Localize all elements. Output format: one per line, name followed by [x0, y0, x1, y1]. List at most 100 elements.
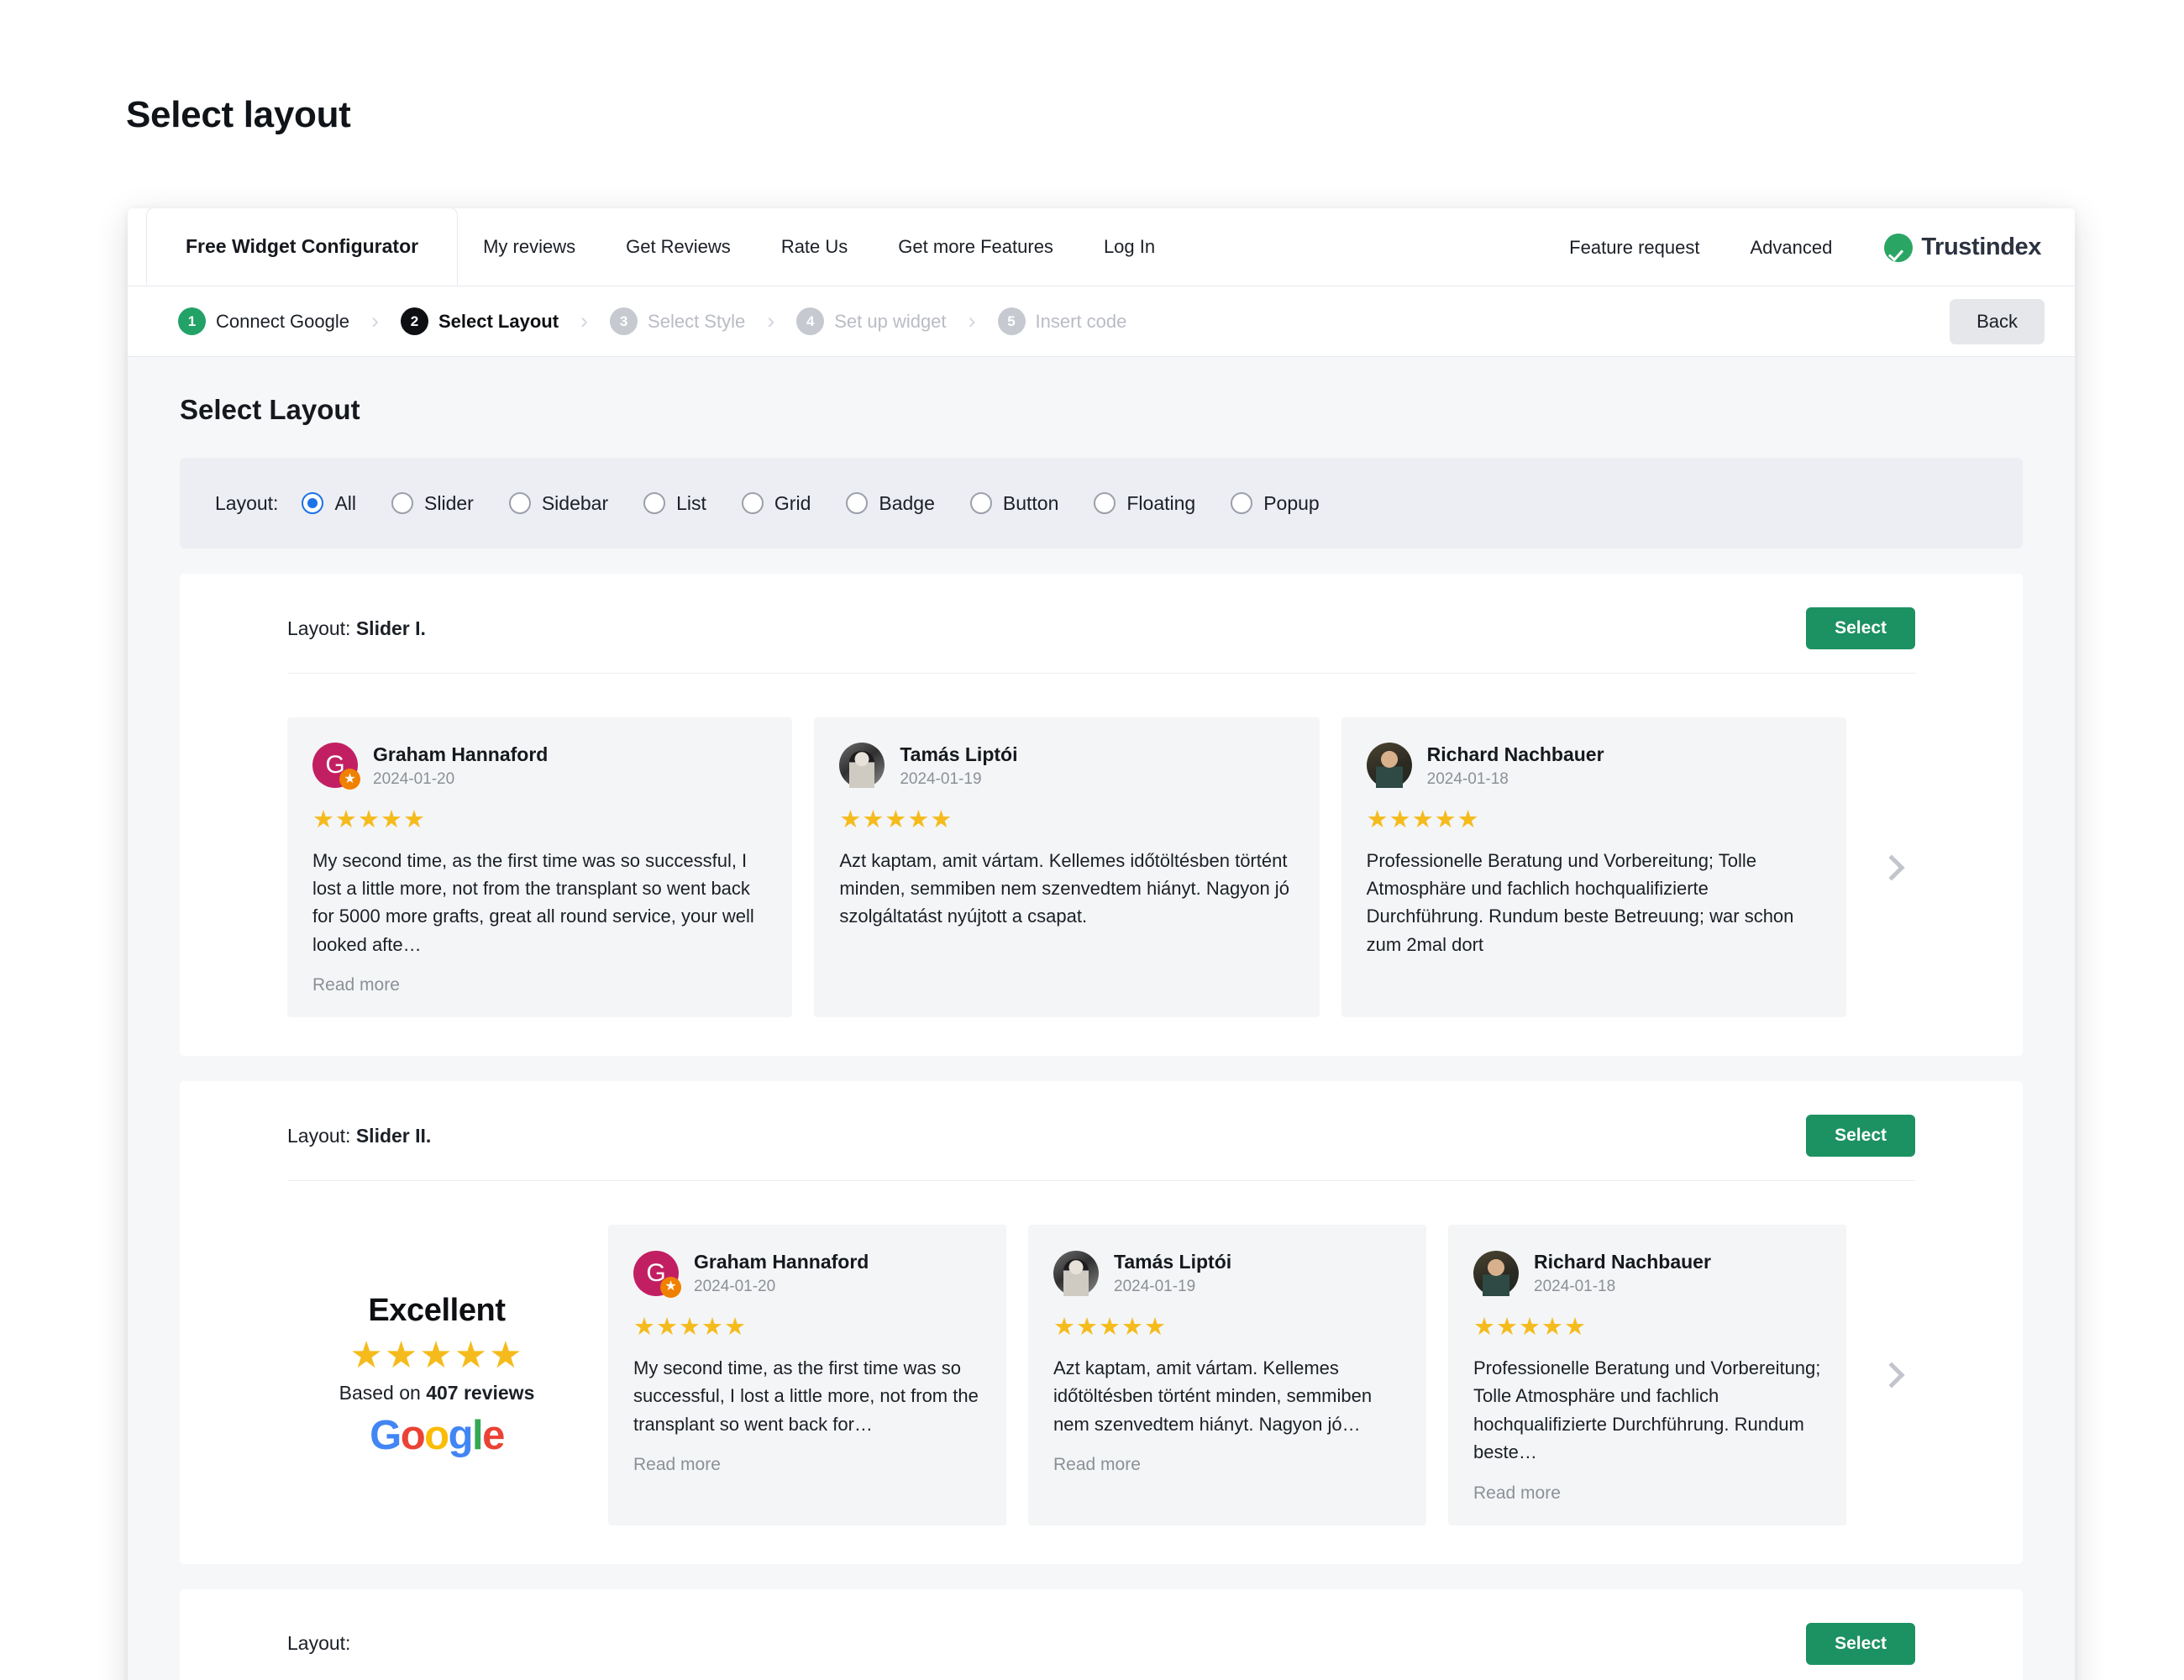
app-window: Free Widget Configurator My reviews Get …: [128, 208, 2075, 1680]
section-heading: Select Layout: [180, 394, 360, 425]
nav-right-group: Feature request Advanced Trustindex: [1544, 208, 2046, 286]
step-select-layout[interactable]: 2 Select Layout: [401, 307, 559, 335]
avatar-photo: [1053, 1250, 1099, 1296]
wizard-stepper: 1 Connect Google › 2 Select Layout › 3 S…: [128, 286, 2075, 357]
review-text: Azt kaptam, amit vártam. Kellemes időtöl…: [1053, 1357, 1373, 1435]
nav-link-get-more-features[interactable]: Get more Features: [873, 208, 1079, 286]
review-rating-stars: ★★★★★: [1366, 806, 1480, 833]
review-date: 2024-01-20: [373, 769, 455, 788]
review-card: Tamás Liptói 2024-01-19 ★★★★★ Azt kaptam…: [814, 717, 1320, 1018]
review-author-block: Richard Nachbauer 2024-01-18: [1427, 743, 1604, 789]
radio-option-button[interactable]: Button: [969, 491, 1059, 515]
review-author-block: Graham Hannaford 2024-01-20: [694, 1250, 869, 1296]
layout-card-header: Layout: Slider I. Select: [287, 607, 1915, 674]
review-date: 2024-01-18: [1534, 1278, 1616, 1296]
chevron-right-icon: ›: [968, 308, 976, 333]
google-logo-letter: g: [448, 1413, 474, 1459]
review-rating-stars: ★★★★★: [1053, 1314, 1167, 1341]
step-label: Set up widget: [834, 310, 947, 332]
review-card: G ★ Graham Hannaford 2024-01-20 ★★★★★ My…: [287, 717, 793, 1018]
chevron-right-icon: ›: [580, 308, 589, 333]
radio-option-floating[interactable]: Floating: [1094, 492, 1195, 515]
layout-title-name: Slider I.: [355, 617, 426, 639]
read-more-link[interactable]: Read more: [1053, 1455, 1401, 1475]
step-select-style[interactable]: 3 Select Style: [610, 307, 745, 335]
nav-link-feature-request[interactable]: Feature request: [1544, 208, 1725, 286]
review-author-name: Graham Hannaford: [373, 743, 549, 765]
step-connect-google[interactable]: 1 Connect Google: [178, 307, 349, 335]
layout-title: Layout: Slider II.: [287, 1125, 431, 1147]
tab-free-widget-configurator[interactable]: Free Widget Configurator: [146, 208, 459, 286]
radio-icon[interactable]: [302, 492, 324, 514]
trustindex-logo[interactable]: Trustindex: [1857, 233, 2046, 262]
based-on-prefix: Based on: [339, 1382, 427, 1404]
main-content: Select Layout Layout: All Slider Sidebar: [128, 357, 2075, 1680]
layout-title-prefix: Layout:: [287, 1124, 356, 1147]
layout-option-slider-2: Layout: Slider II. Select Excellent ★★★★…: [180, 1081, 2023, 1564]
review-text: Professionelle Beratung und Vorbereitung…: [1366, 849, 1794, 955]
review-card: Richard Nachbauer 2024-01-18 ★★★★★ Profe…: [1341, 717, 1846, 1018]
review-author-block: Tamás Liptói 2024-01-19: [1114, 1250, 1231, 1296]
read-more-link[interactable]: Read more: [633, 1455, 981, 1475]
slider-next-button[interactable]: [1868, 1225, 1915, 1525]
review-count: 407 reviews: [426, 1382, 535, 1404]
review-text: My second time, as the first time was so…: [633, 1357, 979, 1435]
radio-icon[interactable]: [643, 492, 666, 514]
read-more-link[interactable]: Read more: [1473, 1483, 1821, 1504]
review-slider-track: G ★ Graham Hannaford 2024-01-20 ★★★★★ My…: [287, 717, 1846, 1018]
widget-preview: Excellent ★★★★★ Based on 407 reviews Goo…: [287, 1225, 1915, 1525]
radio-label: Floating: [1126, 491, 1196, 514]
radio-option-sidebar[interactable]: Sidebar: [508, 492, 608, 515]
review-author-block: Richard Nachbauer 2024-01-18: [1534, 1250, 1711, 1296]
radio-option-all[interactable]: All: [302, 492, 356, 515]
step-insert-code[interactable]: 5 Insert code: [997, 307, 1126, 335]
select-layout-button[interactable]: Select: [1806, 1115, 1915, 1158]
radio-icon[interactable]: [1231, 492, 1253, 514]
radio-icon[interactable]: [391, 492, 414, 514]
avatar: [839, 743, 885, 789]
review-author-name: Tamás Liptói: [900, 743, 1018, 765]
rating-summary: Excellent ★★★★★ Based on 407 reviews Goo…: [287, 1225, 586, 1525]
page-title: Select layout: [126, 94, 351, 135]
review-date: 2024-01-19: [900, 769, 982, 788]
layout-title: Layout: Slider I.: [287, 617, 426, 640]
review-rating-stars: ★★★★★: [312, 806, 426, 833]
avatar-photo: [1366, 743, 1412, 789]
radio-icon[interactable]: [508, 492, 531, 514]
radio-label: List: [676, 491, 706, 514]
radio-option-grid[interactable]: Grid: [741, 492, 811, 515]
nav-link-advanced[interactable]: Advanced: [1725, 208, 1857, 286]
slider-next-button[interactable]: [1868, 717, 1915, 1017]
radio-option-popup[interactable]: Popup: [1231, 492, 1320, 515]
nav-link-my-reviews[interactable]: My reviews: [458, 208, 601, 286]
back-button[interactable]: Back: [1950, 298, 2045, 344]
nav-link-rate-us[interactable]: Rate Us: [756, 208, 873, 286]
step-set-up-widget[interactable]: 4 Set up widget: [796, 307, 947, 335]
review-card: G ★ Graham Hannaford 2024-01-20 ★★★★★ My…: [608, 1225, 1006, 1525]
nav-link-log-in[interactable]: Log In: [1079, 208, 1180, 286]
radio-icon[interactable]: [1094, 492, 1116, 514]
nav-link-get-reviews[interactable]: Get Reviews: [601, 208, 756, 286]
select-layout-button[interactable]: Select: [1806, 1622, 1915, 1665]
radio-label: Button: [1002, 491, 1059, 514]
avatar: [1473, 1250, 1519, 1296]
read-more-link[interactable]: Read more: [312, 975, 767, 995]
avatar: G ★: [312, 743, 360, 790]
radio-option-slider[interactable]: Slider: [391, 492, 474, 515]
review-author-block: Tamás Liptói 2024-01-19: [900, 743, 1017, 789]
radio-option-badge[interactable]: Badge: [846, 492, 935, 515]
review-card: Richard Nachbauer 2024-01-18 ★★★★★ Profe…: [1448, 1225, 1846, 1525]
review-rating-stars: ★★★★★: [633, 1314, 747, 1341]
select-layout-button[interactable]: Select: [1806, 607, 1915, 649]
page-root: Select layout Free Widget Configurator M…: [0, 0, 2184, 1680]
radio-icon[interactable]: [846, 492, 869, 514]
review-card: Tamás Liptói 2024-01-19 ★★★★★ Azt kaptam…: [1028, 1225, 1426, 1525]
rating-summary-stars: ★★★★★: [349, 1335, 524, 1377]
google-logo: Google: [370, 1408, 505, 1463]
radio-option-list[interactable]: List: [643, 492, 706, 515]
review-header: Richard Nachbauer 2024-01-18: [1366, 743, 1821, 789]
radio-icon[interactable]: [741, 492, 764, 514]
radio-icon[interactable]: [969, 492, 992, 514]
review-author-name: Graham Hannaford: [694, 1251, 869, 1273]
layout-title: Layout:: [287, 1632, 350, 1655]
